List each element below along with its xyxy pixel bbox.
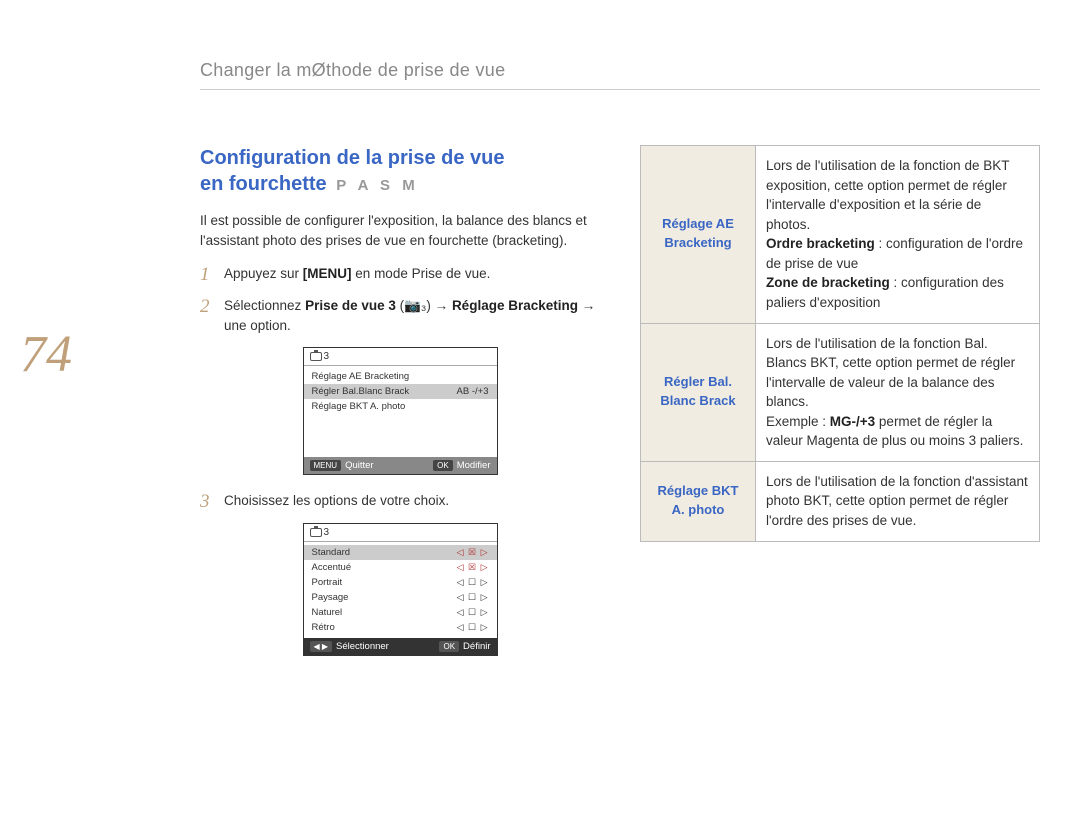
- option-row: Rétro◁ ☐ ▷: [304, 620, 497, 635]
- step-3: 3 Choisissez les options de votre choix.: [200, 491, 600, 513]
- screen-body: Réglage AE Bracketing Régler Bal.Blanc B…: [304, 366, 497, 457]
- screen-tab: 3: [304, 524, 497, 542]
- option-row: Naturel◁ ☐ ▷: [304, 605, 497, 620]
- arrows-button-label: ◀ ▶: [310, 641, 333, 652]
- option-description: Lors de l'utilisation de la fonction de …: [756, 146, 1040, 324]
- option-row-selected: Standard◁ ☒ ▷: [304, 545, 497, 560]
- step-number: 1: [200, 264, 224, 286]
- menu-row: Réglage AE Bracketing: [304, 369, 497, 384]
- title-line2: en fourchette: [200, 173, 327, 195]
- step-text: Sélectionnez Prise de vue 3 (📷₃) → Régla…: [224, 296, 600, 337]
- option-description: Lors de l'utilisation de la fonction d'a…: [756, 461, 1040, 541]
- page-header: Changer la mØthode de prise de vue: [200, 60, 1040, 90]
- options-table: Réglage AE Bracketing Lors de l'utilisat…: [640, 145, 1040, 542]
- ui-screenshot-2: 3 Standard◁ ☒ ▷ Accentué◁ ☒ ▷ Portrait◁ …: [303, 523, 498, 656]
- intro-paragraph: Il est possible de configurer l'expositi…: [200, 211, 600, 250]
- right-column: Réglage AE Bracketing Lors de l'utilisat…: [640, 145, 1040, 672]
- camera-icon: [310, 352, 322, 361]
- left-column: Configuration de la prise de vue en four…: [200, 145, 600, 672]
- table-row: Régler Bal. Blanc Brack Lors de l'utilis…: [641, 323, 1040, 461]
- screen-tab: 3: [304, 348, 497, 366]
- option-row: Portrait◁ ☐ ▷: [304, 575, 497, 590]
- ui-screenshot-1: 3 Réglage AE Bracketing Régler Bal.Blanc…: [303, 347, 498, 475]
- option-label: Régler Bal. Blanc Brack: [641, 323, 756, 461]
- screen-footer: ◀ ▶Sélectionner OKDéfinir: [304, 638, 497, 655]
- camera-icon: [310, 528, 322, 537]
- section-title: Configuration de la prise de vue en four…: [200, 145, 600, 197]
- menu-button-label: MENU: [310, 460, 342, 471]
- option-row: Paysage◁ ☐ ▷: [304, 590, 497, 605]
- step-text: Appuyez sur [MENU] en mode Prise de vue.: [224, 264, 490, 284]
- mode-badges: P A S M: [336, 177, 418, 194]
- ok-button-label: OK: [439, 641, 459, 652]
- option-row: Accentué◁ ☒ ▷: [304, 560, 497, 575]
- step-1: 1 Appuyez sur [MENU] en mode Prise de vu…: [200, 264, 600, 286]
- step-text: Choisissez les options de votre choix.: [224, 491, 449, 511]
- screen-footer: MENUQuitter OKModifier: [304, 457, 497, 474]
- ok-button-label: OK: [433, 460, 453, 471]
- option-label: Réglage AE Bracketing: [641, 146, 756, 324]
- title-line1: Configuration de la prise de vue: [200, 147, 505, 169]
- page-number: 74: [20, 325, 72, 384]
- screen-body: Standard◁ ☒ ▷ Accentué◁ ☒ ▷ Portrait◁ ☐ …: [304, 542, 497, 638]
- option-description: Lors de l'utilisation de la fonction Bal…: [756, 323, 1040, 461]
- step-2: 2 Sélectionnez Prise de vue 3 (📷₃) → Rég…: [200, 296, 600, 337]
- menu-row: Réglage BKT A. photo: [304, 399, 497, 414]
- option-label: Réglage BKT A. photo: [641, 461, 756, 541]
- table-row: Réglage BKT A. photo Lors de l'utilisati…: [641, 461, 1040, 541]
- menu-row-selected: Régler Bal.Blanc BrackAB -/+3: [304, 384, 497, 399]
- step-number: 2: [200, 296, 224, 318]
- step-number: 3: [200, 491, 224, 513]
- table-row: Réglage AE Bracketing Lors de l'utilisat…: [641, 146, 1040, 324]
